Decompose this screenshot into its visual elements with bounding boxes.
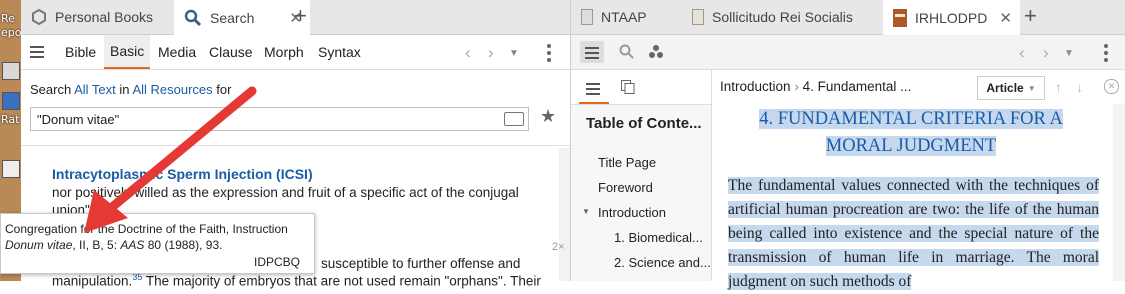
document-scrollbar[interactable] bbox=[1113, 104, 1125, 281]
tab-clause[interactable]: Clause bbox=[209, 35, 253, 69]
menu-button[interactable] bbox=[580, 41, 604, 63]
arrow-up-icon[interactable]: ↑ bbox=[1055, 79, 1062, 95]
menu-icon[interactable] bbox=[30, 46, 44, 61]
book-cover-icon bbox=[581, 9, 593, 25]
toc-tab-bar bbox=[571, 70, 711, 105]
tab-ntaap[interactable]: NTAAP bbox=[571, 0, 681, 34]
breadcrumb: Introduction › 4. Fundamental ... Articl… bbox=[712, 70, 1125, 105]
toc-item[interactable]: 2. Science and... bbox=[614, 255, 711, 270]
toc-title: Table of Conte... bbox=[586, 115, 702, 132]
copy-icon[interactable] bbox=[621, 80, 635, 97]
visual-filter-icon[interactable] bbox=[648, 44, 664, 63]
desktop-app-icon[interactable] bbox=[2, 62, 20, 80]
tab-personal-books[interactable]: Personal Books bbox=[21, 0, 173, 34]
search-input[interactable] bbox=[35, 111, 499, 128]
tab-label: Personal Books bbox=[55, 9, 154, 25]
right-tab-bar: NTAAP Sollicitudo Rei Socialis IRHLODPD … bbox=[571, 0, 1125, 35]
footnote-marker[interactable]: 34 bbox=[94, 201, 104, 211]
toc-item[interactable]: 1. Biomedical... bbox=[614, 230, 703, 245]
new-tab-button[interactable]: + bbox=[294, 3, 307, 29]
tab-sollicitudo[interactable]: Sollicitudo Rei Socialis bbox=[682, 0, 882, 34]
book-icon bbox=[31, 9, 47, 25]
tab-label: Sollicitudo Rei Socialis bbox=[712, 9, 853, 25]
star-icon[interactable]: ★ bbox=[540, 106, 556, 127]
search-scope-line: Search All Text in All Resources for bbox=[30, 82, 231, 97]
tab-label: IRHLODPD bbox=[915, 9, 988, 26]
forward-arrow-icon[interactable]: › bbox=[488, 43, 494, 63]
book-cover-icon bbox=[893, 8, 907, 27]
tab-bible[interactable]: Bible bbox=[65, 35, 96, 69]
toc-tab[interactable] bbox=[579, 75, 609, 104]
search-icon[interactable] bbox=[619, 44, 635, 63]
toc-item[interactable]: Introduction bbox=[598, 205, 666, 220]
desktop-file-icon[interactable] bbox=[2, 160, 20, 178]
results-scrollbar[interactable] bbox=[559, 148, 570, 281]
close-icon[interactable]: ✕ bbox=[999, 9, 1012, 27]
desktop-label: epo bbox=[1, 26, 21, 39]
popup-citation-line2: Donum vitae, II, B, 5: AAS 80 (1988), 93… bbox=[5, 238, 223, 252]
result-text: manipulation.35 The majority of embryos … bbox=[52, 272, 541, 289]
tab-label: NTAAP bbox=[601, 9, 647, 25]
tab-basic[interactable]: Basic bbox=[104, 35, 151, 69]
menu-icon bbox=[585, 47, 599, 62]
section-heading: 4. FUNDAMENTAL CRITERIA FOR A MORAL JUDGM… bbox=[759, 109, 1063, 156]
desktop-shortcut-icon[interactable] bbox=[2, 92, 20, 110]
new-tab-button[interactable]: + bbox=[1024, 3, 1037, 29]
more-options-icon[interactable] bbox=[1104, 44, 1108, 65]
popup-resource-code[interactable]: IDPCBQ bbox=[254, 255, 300, 269]
close-circle-icon[interactable]: ✕ bbox=[1104, 79, 1119, 94]
list-icon bbox=[586, 83, 600, 98]
result-title[interactable]: Intracytoplasmic Sperm Injection (ICSI) bbox=[52, 166, 313, 182]
result-text: nor positively willed as the expression … bbox=[52, 185, 519, 200]
reader-panel: NTAAP Sollicitudo Rei Socialis IRHLODPD … bbox=[571, 0, 1125, 290]
popup-citation-line1: Congregation for the Doctrine of the Fai… bbox=[5, 222, 288, 236]
result-text: susceptible to further offense and bbox=[321, 256, 521, 271]
search-prefix: Search bbox=[30, 82, 72, 97]
document-view: 4. FUNDAMENTAL CRITERIA FOR A MORAL JUDGM… bbox=[712, 104, 1125, 290]
toc-item[interactable]: Foreword bbox=[598, 180, 653, 195]
article-dropdown[interactable]: Article ▼ bbox=[977, 76, 1045, 100]
hit-count-badge: 2× bbox=[552, 241, 565, 253]
tab-syntax[interactable]: Syntax bbox=[318, 35, 361, 69]
tab-search[interactable]: Search ✕ bbox=[174, 0, 310, 35]
desktop-label: Re bbox=[1, 12, 15, 25]
tab-media[interactable]: Media bbox=[158, 35, 196, 69]
book-cover-icon bbox=[692, 9, 704, 25]
document-paragraph: The fundamental values connected with th… bbox=[728, 177, 1099, 290]
tab-morph[interactable]: Morph bbox=[264, 35, 304, 69]
back-arrow-icon[interactable]: ‹ bbox=[465, 43, 471, 63]
reader-toolbar: ‹ › ▼ bbox=[571, 35, 1125, 70]
search-in: in bbox=[119, 82, 130, 97]
chevron-down-icon[interactable]: ▼ bbox=[1064, 48, 1074, 59]
breadcrumb-path[interactable]: Introduction › 4. Fundamental ... bbox=[720, 79, 911, 94]
forward-arrow-icon[interactable]: › bbox=[1043, 43, 1049, 63]
tab-label: Search bbox=[210, 9, 255, 26]
keyboard-icon[interactable] bbox=[504, 112, 524, 126]
desktop-label: Rat bbox=[1, 113, 20, 126]
expand-triangle-icon[interactable]: ▼ bbox=[582, 207, 590, 216]
chevron-down-icon[interactable]: ▼ bbox=[509, 48, 519, 59]
arrow-down-icon[interactable]: ↓ bbox=[1076, 79, 1083, 95]
toc-item[interactable]: Title Page bbox=[598, 155, 656, 170]
search-for: for bbox=[216, 82, 232, 97]
search-type-toolbar: Bible Basic Media Clause Morph Syntax ‹ … bbox=[21, 35, 570, 70]
more-options-icon[interactable] bbox=[547, 44, 551, 65]
search-box bbox=[30, 107, 529, 131]
back-arrow-icon[interactable]: ‹ bbox=[1019, 43, 1025, 63]
footnote-popup: Congregation for the Doctrine of the Fai… bbox=[0, 213, 315, 274]
table-of-contents: Table of Conte... Title Page Foreword ▼ … bbox=[571, 70, 712, 281]
all-resources-link[interactable]: All Resources bbox=[132, 82, 212, 97]
tab-irhlodpd[interactable]: IRHLODPD ✕ bbox=[883, 0, 1020, 35]
left-tab-bar: Personal Books Search ✕ + bbox=[21, 0, 570, 35]
all-text-link[interactable]: All Text bbox=[74, 82, 116, 97]
search-icon bbox=[184, 9, 202, 27]
